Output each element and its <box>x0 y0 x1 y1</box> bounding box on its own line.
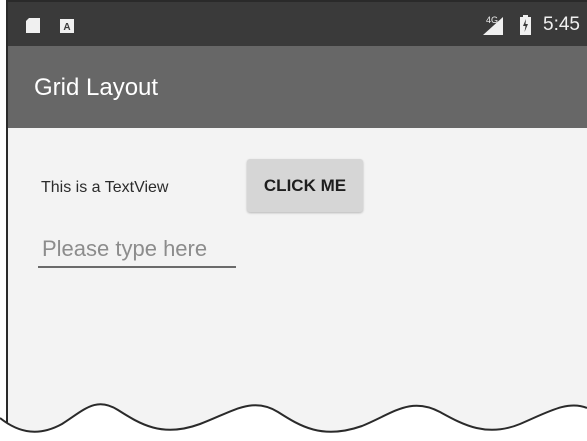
type-here-input[interactable] <box>38 232 236 268</box>
click-me-button[interactable]: CLICK ME <box>247 159 363 212</box>
sd-card-icon <box>26 18 40 33</box>
status-clock: 5:45 <box>543 14 580 35</box>
notification-a-icon: A <box>60 19 74 33</box>
text-view: This is a TextView <box>41 179 169 196</box>
torn-edge-decoration <box>0 403 587 441</box>
phone-screen: A 4G 5:45 Grid Layout This is a TextView… <box>6 0 587 441</box>
svg-text:A: A <box>63 22 70 33</box>
app-bar: Grid Layout <box>8 46 587 128</box>
grid-layout-content: This is a TextView CLICK ME <box>8 128 587 441</box>
app-title: Grid Layout <box>34 74 159 101</box>
battery-charging-icon <box>520 15 531 35</box>
status-bar: A 4G 5:45 <box>8 2 587 46</box>
signal-icon <box>483 17 503 35</box>
